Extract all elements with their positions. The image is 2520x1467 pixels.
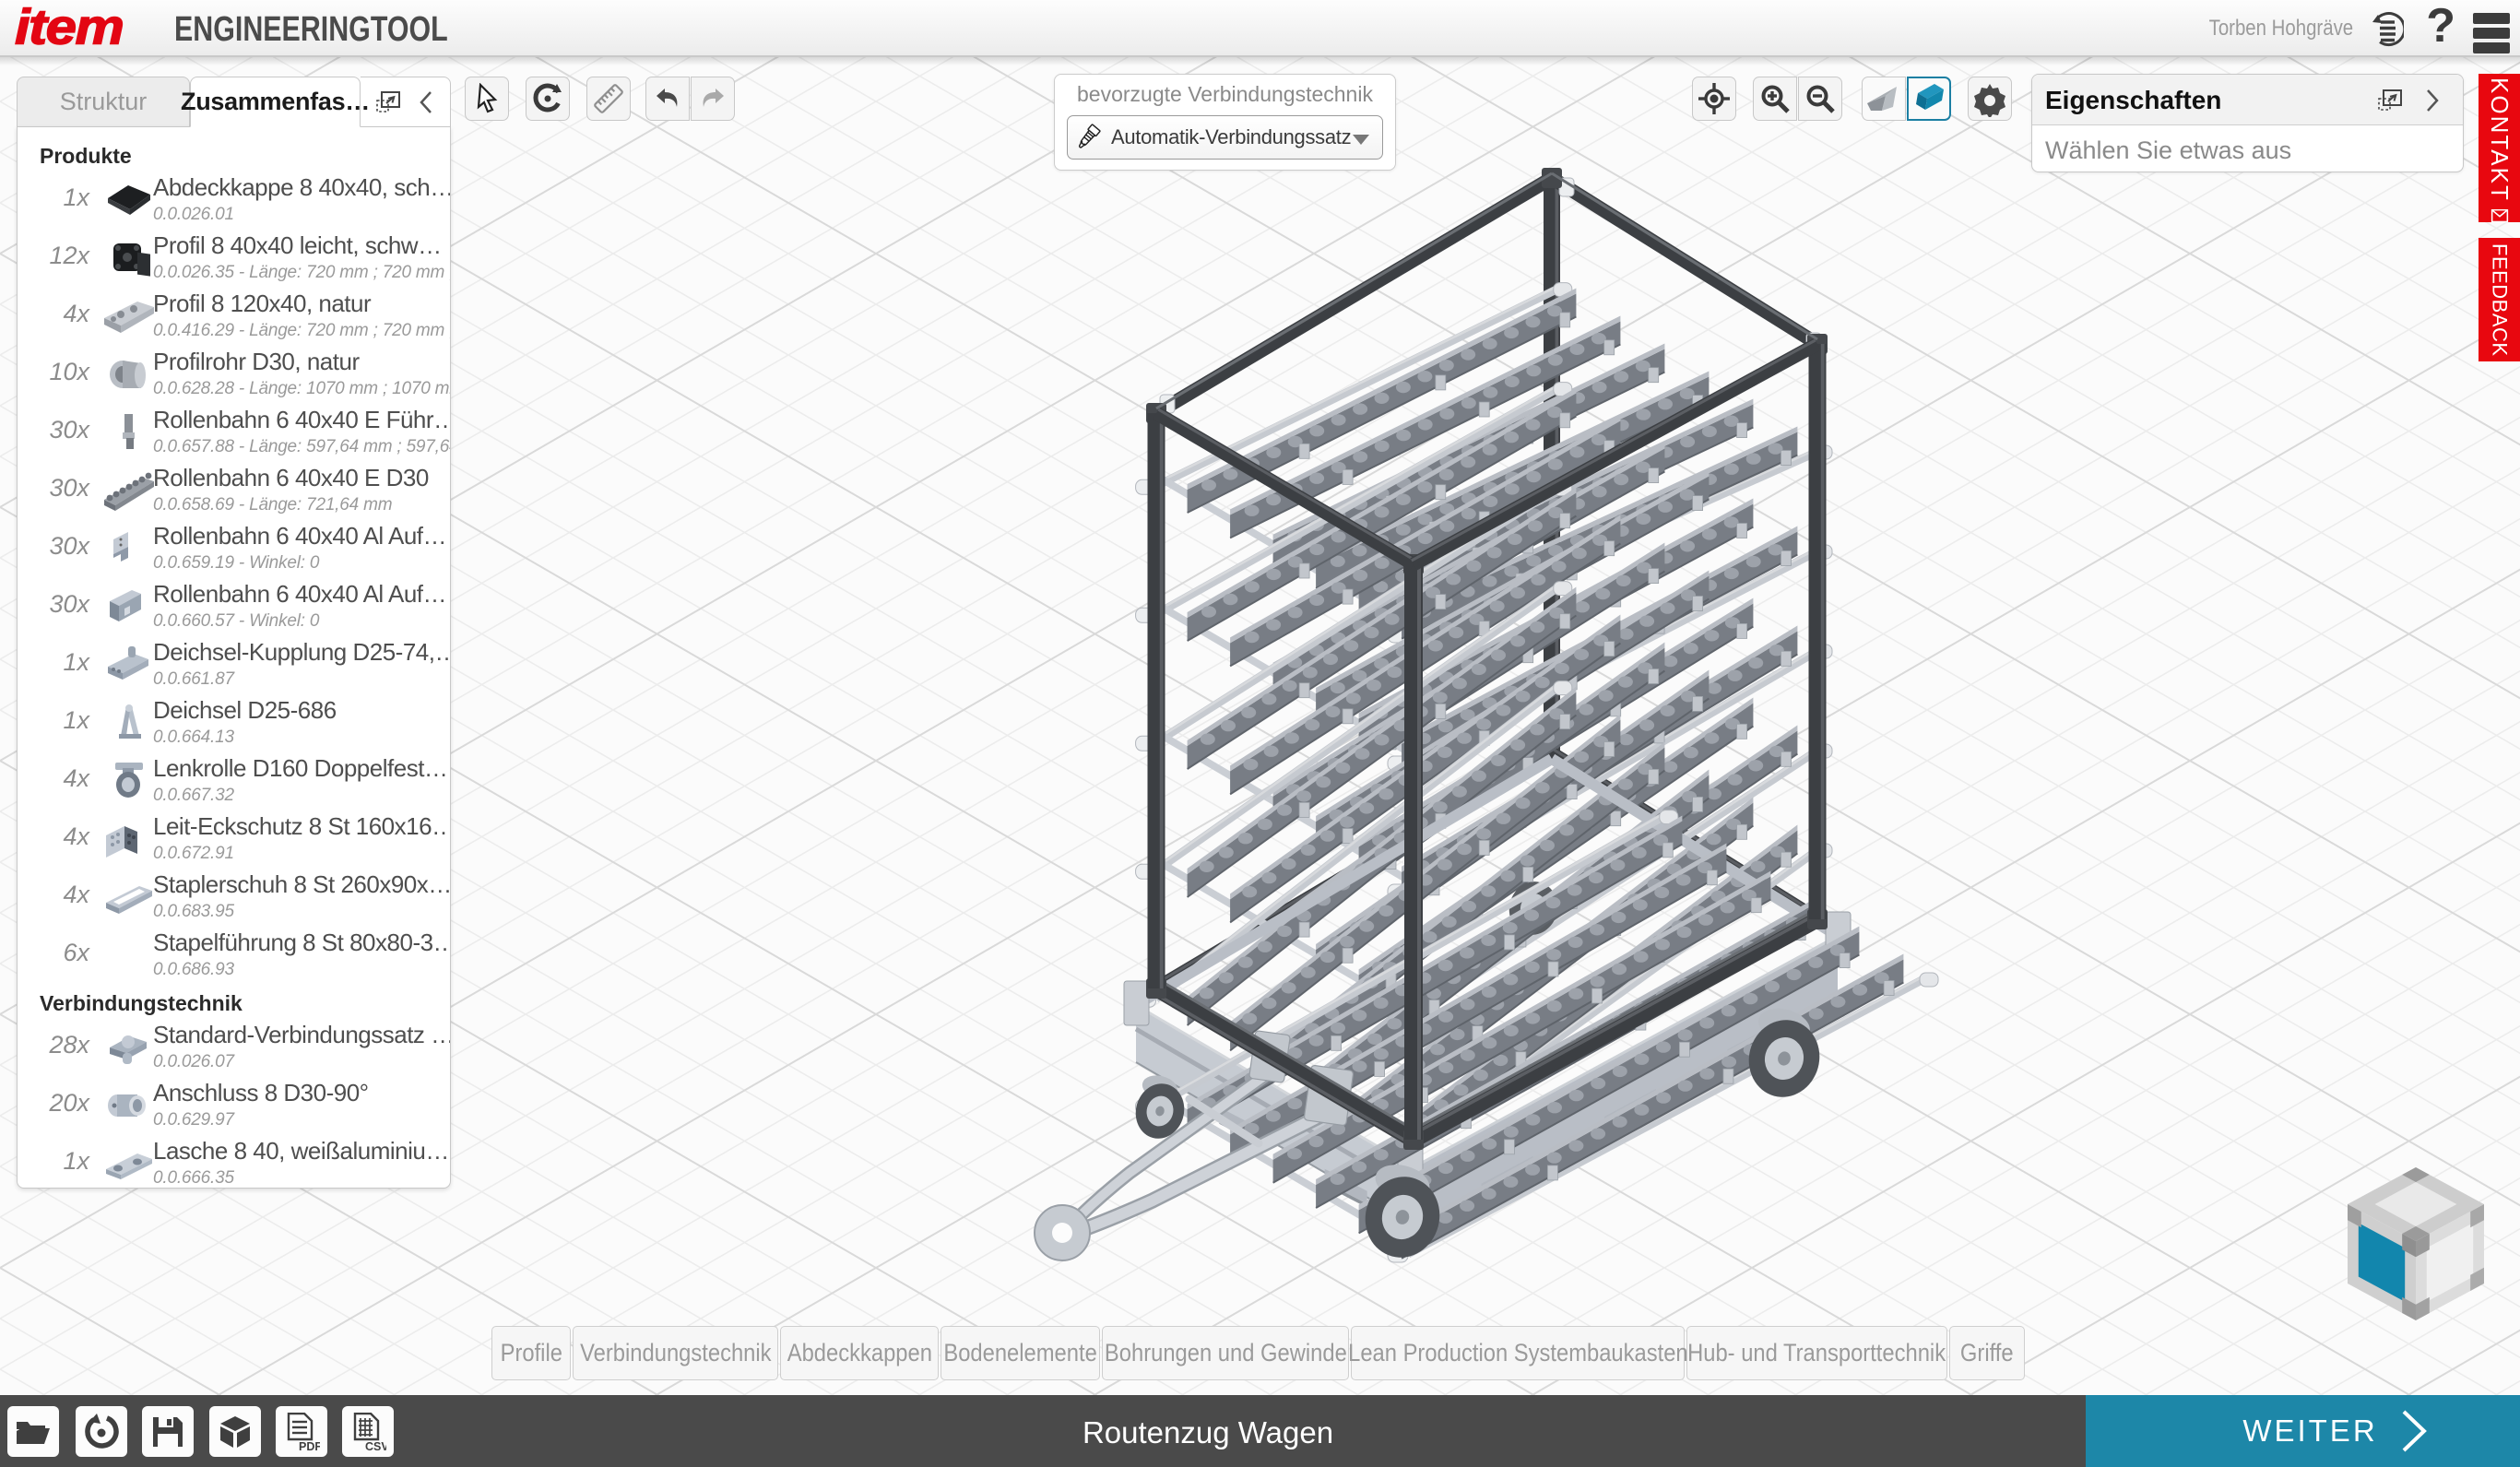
svg-text:CSV: CSV [365,1440,386,1451]
svg-text:PDF: PDF [299,1440,320,1451]
